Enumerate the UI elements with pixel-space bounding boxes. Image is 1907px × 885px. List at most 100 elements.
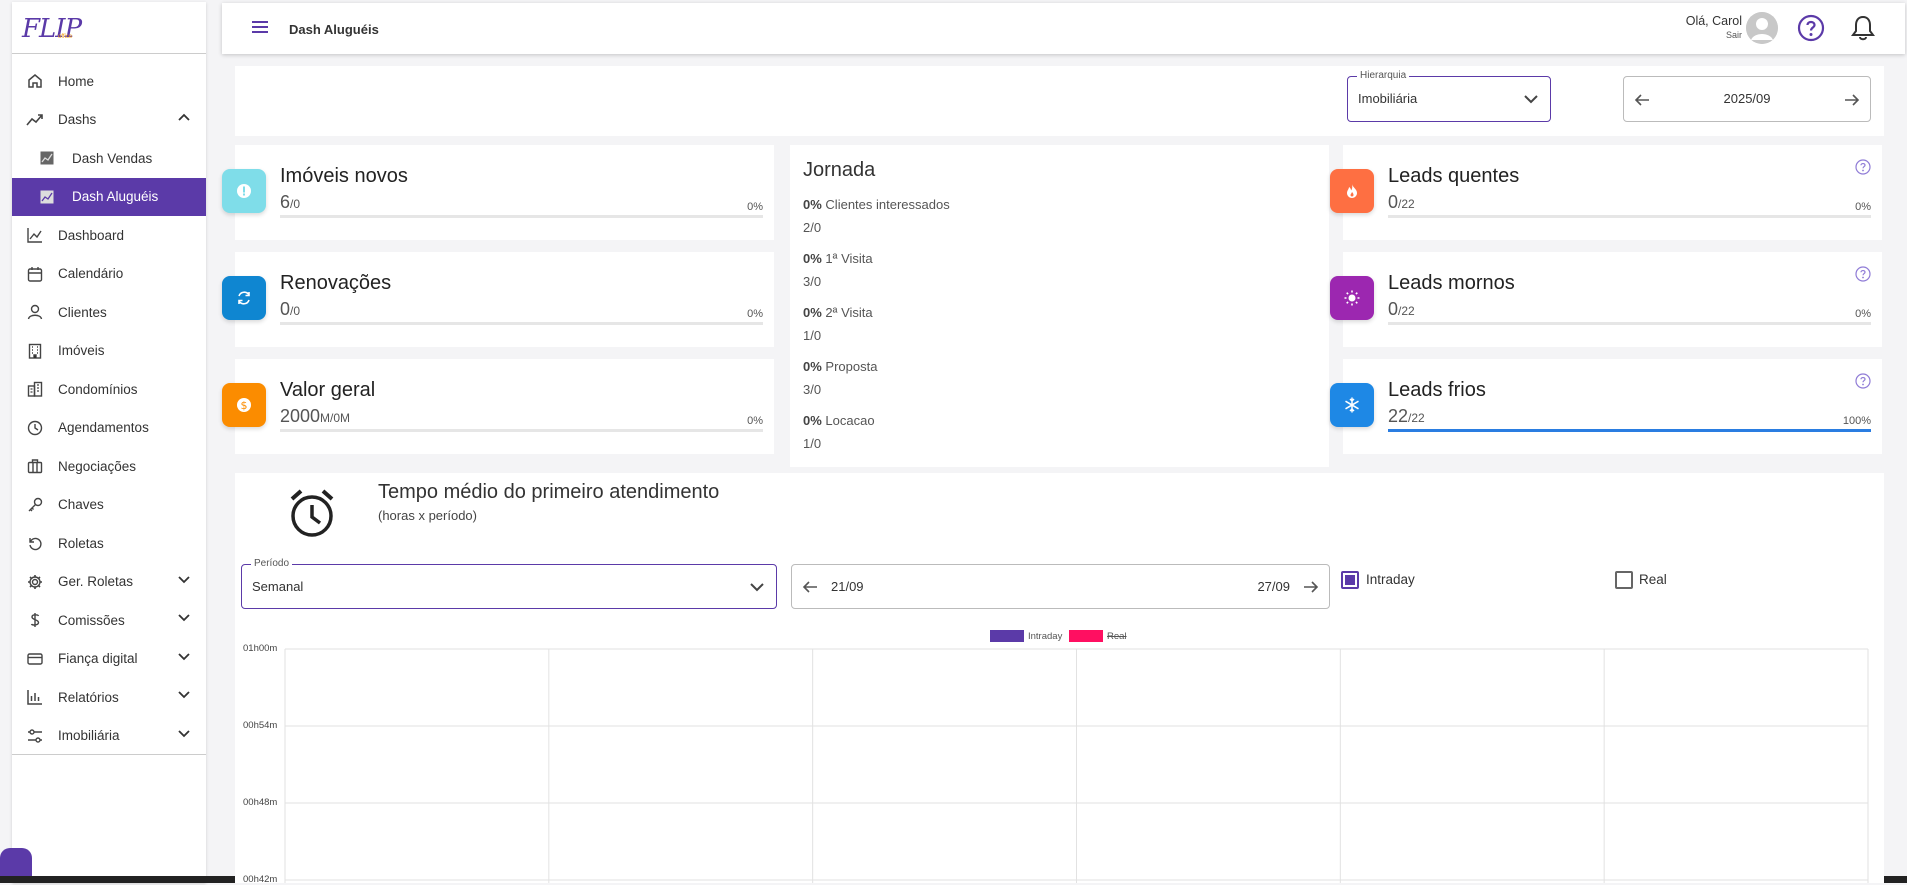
key-icon [26,496,44,514]
kpi-percent: 0% [1855,308,1871,320]
sidebar-item-fianca-digital[interactable]: Fiança digital [12,640,206,679]
sidebar-divider [12,754,206,755]
hierarchy-label: Hierarquia [1357,70,1410,81]
bell-icon[interactable] [1850,14,1876,47]
y-tick-label: 00h48m [243,797,278,808]
sidebar-item-relatorios[interactable]: Relatórios [12,678,206,717]
kpi-title: Valor geral [280,379,376,401]
kpi-card-renovacoes: Renovações 0/0 0% [235,252,774,347]
chart-thumb-icon [38,188,56,206]
kpi-title: Leads mornos [1388,272,1515,294]
card-icon [26,650,44,668]
sliders-icon [26,727,44,745]
chevron-down-icon[interactable] [178,690,190,699]
sidebar-item-comissoes[interactable]: Comissões [12,601,206,640]
help-circle-icon[interactable] [1855,373,1871,389]
sidebar-item-ger-roletas[interactable]: Ger. Roletas [12,563,206,602]
jornada-step-count: 3/0 [803,382,822,397]
hierarchy-value: Imobiliária [1358,91,1418,106]
jornada-step: 0% Clientes interessados [803,197,950,212]
month-picker: 2025/09 [1623,76,1871,122]
sidebar-item-label: Imobiliária [58,728,120,744]
sidebar-item-chaves[interactable]: Chaves [12,486,206,525]
sidebar-item-label: Dash Vendas [72,150,153,166]
sidebar-item-label: Negociações [58,458,137,474]
jornada-title: Jornada [803,159,876,181]
sidebar-item-imoveis[interactable]: Imóveis [12,332,206,371]
user-greeting: Olá, Carol Sair [1686,14,1742,40]
sidebar-item-dash-vendas[interactable]: Dash Vendas [12,139,206,178]
sidebar-item-label: Condomínios [58,381,138,397]
sidebar-item-imobiliaria[interactable]: Imobiliária [12,717,206,756]
avatar[interactable] [1746,12,1778,44]
month-value: 2025/09 [1723,91,1771,106]
kpi-title: Renovações [280,272,392,294]
kpi-percent: 0% [747,201,763,213]
chevron-down-icon[interactable] [178,652,190,661]
sidebar-item-home[interactable]: Home [12,62,206,101]
jornada-step-count: 1/0 [803,328,822,343]
greeting-text: Olá, Carol [1685,14,1742,28]
y-tick-label: 00h42m [243,874,278,885]
help-icon[interactable] [1797,14,1825,47]
calendar-icon [26,265,44,283]
chevron-down-icon[interactable] [178,613,190,622]
jornada-step: 0% Proposta [803,359,878,374]
sidebar-item-negociacoes[interactable]: Negociações [12,447,206,486]
kpi-card-valor-geral: Valor geral 2000M/0M 0% [235,359,774,454]
chevron-up-icon[interactable] [178,113,190,122]
sidebar-item-condominios[interactable]: Condomínios [12,370,206,409]
menu-icon[interactable] [252,20,268,39]
sidebar: FLIP office Home Dashs Dash Vendas Dash Alu… [12,2,206,883]
sidebar-item-calendario[interactable]: Calendário [12,255,206,294]
sidebar-item-label: Clientes [58,304,107,320]
logout-link[interactable]: Sair [1686,30,1742,40]
page-title: Dash Aluguéis [289,22,379,37]
y-tick-label: 00h54m [243,720,278,731]
dollar-icon [26,611,44,629]
bar-chart-icon [26,688,44,706]
snowflake-icon [1330,383,1374,427]
chevron-down-icon[interactable] [178,729,190,738]
sidebar-item-label: Dash Aluguéis [72,189,159,205]
arrow-right-icon[interactable] [1844,93,1860,107]
sidebar-item-roletas[interactable]: Roletas [12,524,206,563]
sidebar-item-label: Home [58,73,95,89]
jornada-step-count: 2/0 [803,220,822,235]
kpi-percent: 0% [747,308,763,320]
kpi-percent: 100% [1842,415,1871,427]
filter-bar: Hierarquia Imobiliária 2025/09 [235,66,1884,136]
kpi-value: 0/22 [1388,192,1415,212]
help-circle-icon[interactable] [1855,266,1871,282]
help-circle-icon[interactable] [1855,159,1871,175]
kpi-percent: 0% [747,415,763,427]
sidebar-item-label: Comissões [58,612,125,628]
kpi-value: 0/0 [280,299,301,319]
sidebar-item-label: Relatórios [58,689,119,705]
sidebar-item-dashs[interactable]: Dashs [12,101,206,140]
kpi-card-imoveis-novos: Imóveis novos 6/0 0% [235,145,774,240]
sidebar-item-dash-alugueis[interactable]: Dash Aluguéis [12,177,206,216]
building-icon [26,342,44,360]
sidebar-item-agendamentos[interactable]: Agendamentos [12,409,206,448]
briefcase-icon [26,457,44,475]
jornada-card: Jornada 0% Clientes interessados 2/0 0% 1ª… [790,145,1329,467]
kpi-title: Imóveis novos [280,165,408,187]
kpi-progress-bar [1388,322,1871,325]
kpi-progress-bar [280,322,763,325]
refresh-icon [26,534,44,552]
jornada-step-count: 1/0 [803,436,822,451]
kpi-progress-bar [1388,215,1871,218]
sidebar-item-label: Ger. Roletas [58,574,134,590]
app-logo[interactable]: FLIP office [12,2,206,54]
jornada-step: 0% Locacao [803,413,875,428]
hierarchy-select[interactable]: Hierarquia Imobiliária [1347,70,1551,122]
chevron-down-icon[interactable] [178,575,190,584]
sidebar-item-dashboard[interactable]: Dashboard [12,216,206,255]
svg-text:$: $ [241,399,248,412]
sidebar-item-clientes[interactable]: Clientes [12,293,206,332]
kpi-card-leads-frios: Leads frios 22/22 100% [1343,359,1882,454]
clock-icon [26,419,44,437]
sidebar-item-label: Agendamentos [58,420,149,436]
top-bar: Dash Aluguéis Olá, Carol Sair [222,3,1905,54]
